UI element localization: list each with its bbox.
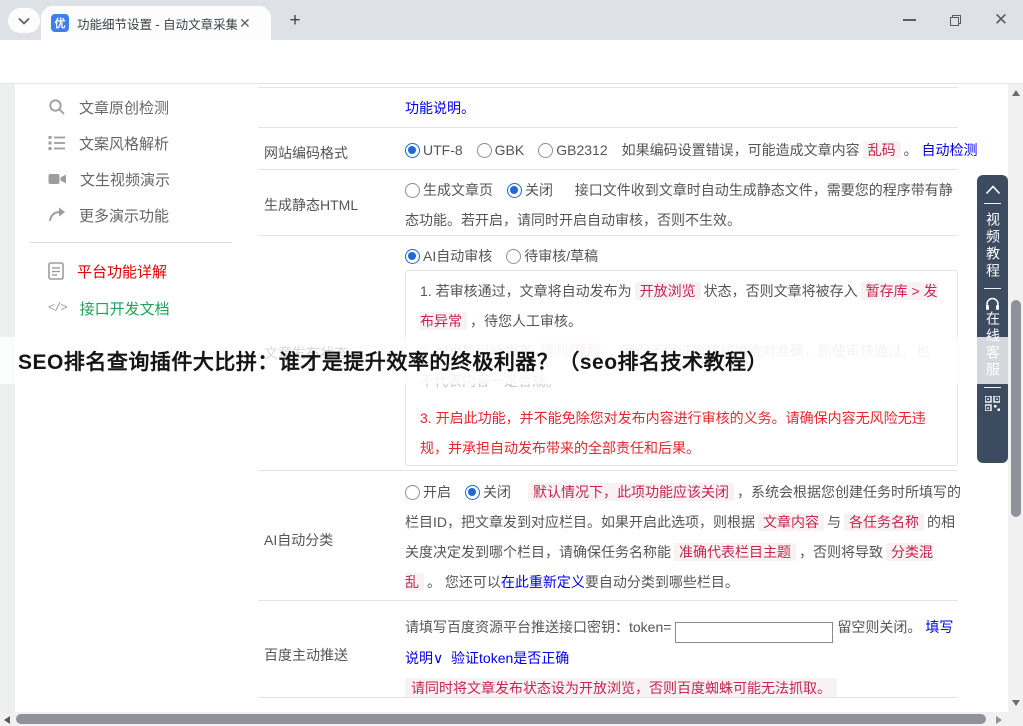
widget-divider (984, 288, 1001, 289)
radio-option-pending-draft[interactable]: 待审核/草稿 (506, 248, 598, 264)
redefine-categories-link[interactable]: 在此重新定义 (501, 574, 585, 590)
scroll-up-arrow-icon[interactable] (1012, 90, 1020, 96)
radio-icon[interactable] (506, 249, 521, 264)
feature-description-link[interactable]: 功能说明。 (405, 98, 475, 118)
browser-toolbar: ← → ucaiyun.com/caiji/settings/ ☆ 井 (0, 40, 1023, 84)
browser-tab[interactable]: 优 功能细节设置 - 自动文章采集器 ✕ (41, 6, 271, 40)
row-divider (258, 697, 958, 698)
code-highlight: 乱码 (863, 141, 901, 159)
encoding-note: 如果编码设置错误，可能造成文章内容 (622, 142, 860, 158)
seo-overlay-title: SEO排名查询插件大比拼：谁才是提升效率的终极利器？（seo排名技术教程） (18, 346, 768, 376)
code-highlight: 各任务名称 (844, 513, 924, 531)
code-highlight: 默认情况下，此项功能应该关闭 (528, 483, 734, 501)
browser-tab-bar: 优 功能细节设置 - 自动文章采集器 ✕ + ✕ (0, 0, 1023, 40)
search-icon (48, 98, 66, 116)
baidu-push-warning: 请同时将文章发布状态设为开放浏览，否则百度蜘蛛可能无法抓取。 (405, 678, 837, 698)
sidebar-divider (30, 242, 232, 243)
row-body-static-html: 生成文章页关闭 接口文件收到文章时自动生成静态文件，需要您的程序带有静态功能。若… (405, 175, 961, 235)
notice-point-1: 1. 若审核通过，文章将自动发布为开放浏览状态，否则文章将被存入暂存库 > 发布… (420, 276, 943, 336)
auto-detect-link[interactable]: 自动检测 (922, 142, 978, 158)
qr-code-icon[interactable] (985, 396, 1000, 411)
ordered-list-icon (48, 134, 66, 152)
document-icon (48, 262, 64, 280)
row-label-encoding: 网站编码格式 (264, 143, 348, 163)
radio-option-on[interactable]: 开启 (405, 484, 451, 500)
radio-option-off[interactable]: 关闭 (465, 484, 511, 500)
settings-table: 功能说明。 网站编码格式 UTF-8 GBK GB2312 如果编码设置错误，可能造成… (258, 84, 958, 726)
horizontal-scrollbar-thumb[interactable] (16, 714, 986, 724)
sidebar-item-style-analysis[interactable]: 文案风格解析 (48, 132, 169, 154)
sidebar-item-originality-check[interactable]: 文章原创检测 (48, 96, 169, 118)
new-tab-button[interactable]: + (283, 9, 307, 33)
share-arrow-icon (48, 206, 66, 224)
verify-token-link[interactable]: 验证token是否正确 (451, 650, 569, 666)
row-body-publish-state: AI自动审核待审核/草稿 (405, 241, 961, 271)
floating-help-widget: 视频教程 在线客服 (977, 175, 1008, 463)
radio-option-generate-page[interactable]: 生成文章页 (405, 182, 493, 198)
sidebar-item-api-docs[interactable]: </> 接口开发文档 (48, 297, 170, 319)
row-divider (258, 600, 958, 601)
tab-close-icon[interactable]: ✕ (239, 15, 251, 32)
collapse-chevron-icon[interactable] (985, 185, 1001, 195)
row-label-static-html: 生成静态HTML (264, 195, 358, 215)
radio-checked-icon[interactable] (507, 183, 522, 198)
vertical-scrollbar[interactable] (1008, 84, 1023, 712)
sidebar-item-more-demos[interactable]: 更多演示功能 (48, 204, 169, 226)
code-highlight: 准确代表栏目主题 (674, 543, 796, 561)
scrollbar-corner (1008, 712, 1023, 726)
widget-divider (984, 387, 1001, 388)
code-highlight: 文章内容 (758, 513, 824, 531)
row-label-baidu-push: 百度主动推送 (264, 645, 348, 665)
radio-checked-icon[interactable] (405, 249, 420, 264)
site-favicon: 优 (51, 14, 69, 32)
window-minimize-button[interactable] (886, 0, 932, 40)
radio-option-gbk[interactable]: GBK (477, 142, 525, 158)
tab-search-button[interactable] (8, 8, 40, 33)
code-icon: </> (48, 301, 67, 315)
radio-option-ai-review[interactable]: AI自动审核 (405, 248, 492, 264)
radio-icon[interactable] (405, 183, 420, 198)
row-divider (258, 127, 958, 128)
row-divider (258, 470, 958, 471)
radio-icon[interactable] (477, 143, 492, 158)
radio-checked-icon[interactable] (465, 485, 480, 500)
window-restore-button[interactable] (932, 0, 978, 40)
vertical-scrollbar-thumb[interactable] (1011, 300, 1021, 517)
row-label-auto-category: AI自动分类 (264, 530, 333, 550)
video-tutorial-button[interactable]: 视频教程 (977, 212, 1008, 280)
radio-checked-icon[interactable] (405, 143, 420, 158)
row-divider (258, 235, 958, 236)
tab-title: 功能细节设置 - 自动文章采集器 (77, 14, 237, 33)
headset-icon (985, 297, 1000, 311)
scroll-right-arrow-icon[interactable] (996, 716, 1002, 724)
horizontal-scrollbar[interactable] (0, 712, 1008, 726)
seo-overlay-band: SEO排名查询插件大比拼：谁才是提升效率的终极利器？（seo排名技术教程） (0, 337, 1008, 384)
row-body-baidu-push: 请填写百度资源平台推送接口密钥：token=留空则关闭。 填写说明∨ 验证tok… (405, 612, 961, 703)
row-body-auto-category: 开启关闭默认情况下，此项功能应该关闭，系统会根据您创建任务时所填写的栏目ID，把… (405, 477, 961, 597)
row-divider (258, 87, 958, 88)
radio-icon[interactable] (405, 485, 420, 500)
widget-divider (984, 203, 1001, 204)
radio-icon[interactable] (538, 143, 553, 158)
radio-option-off[interactable]: 关闭 (507, 182, 553, 198)
sidebar-item-platform-features[interactable]: 平台功能详解 (48, 260, 167, 282)
scroll-down-arrow-icon[interactable] (1012, 700, 1020, 706)
minimize-icon (903, 19, 916, 21)
page-left-gutter (0, 84, 15, 726)
row-divider (258, 169, 958, 170)
chevron-down-icon (18, 17, 30, 25)
video-camera-icon (48, 170, 67, 188)
window-close-button[interactable]: ✕ (978, 0, 1023, 40)
sidebar-item-text-to-video[interactable]: 文生视频演示 (48, 168, 170, 190)
baidu-token-input[interactable] (675, 622, 833, 643)
baidu-token-prompt: 请填写百度资源平台推送接口密钥：token= (405, 619, 671, 635)
restore-icon (950, 15, 961, 26)
row-body-encoding: UTF-8GBKGB2312如果编码设置错误，可能造成文章内容乱码。 自动检测 (405, 135, 961, 165)
sidebar: 文章原创检测 文案风格解析 文生视频演示 更多演示功能 (15, 84, 258, 726)
scroll-left-arrow-icon[interactable] (4, 716, 10, 724)
radio-option-utf8[interactable]: UTF-8 (405, 142, 463, 158)
radio-option-gb2312[interactable]: GB2312 (538, 142, 607, 158)
notice-point-3: 3. 开启此功能，并不能免除您对发布内容进行审核的义务。请确保内容无风险无违规，… (420, 403, 943, 463)
page-viewport: 文章原创检测 文案风格解析 文生视频演示 更多演示功能 (0, 84, 1023, 726)
